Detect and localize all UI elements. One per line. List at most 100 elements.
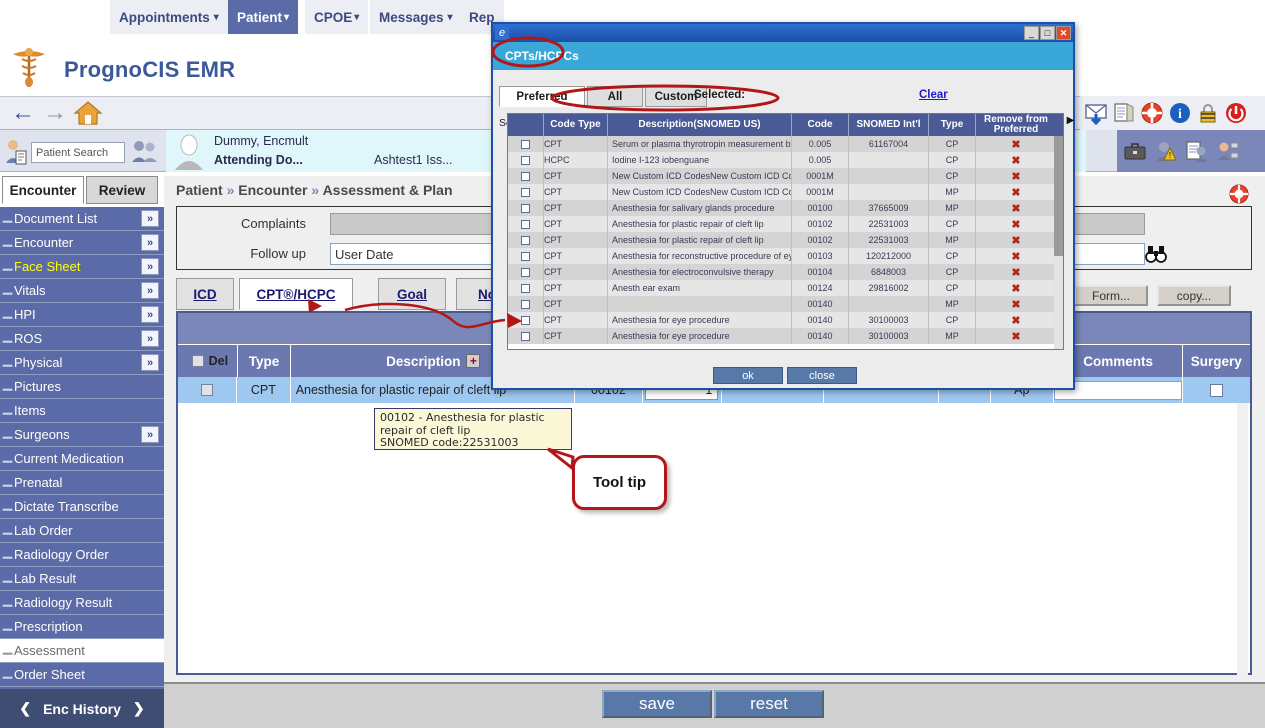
select-all-checkbox[interactable] xyxy=(191,355,204,367)
dialog-table-row[interactable]: CPTNew Custom ICD CodesNew Custom ICD Co… xyxy=(508,184,1063,200)
sidebar-item-pictures[interactable]: ▂▂ Pictures xyxy=(0,375,164,399)
sidebar-item-ros[interactable]: ▂▂ ROS » xyxy=(0,327,164,351)
dialog-cell-check[interactable] xyxy=(508,168,544,184)
patient-group-icon[interactable] xyxy=(1216,139,1240,163)
nav-item-messages[interactable]: Messages ▾ xyxy=(370,0,462,34)
forward-arrow-icon[interactable]: → xyxy=(40,98,70,128)
chevron-right-icon[interactable]: » xyxy=(141,210,159,227)
sidebar-item-dictate-transcribe[interactable]: ▂▂ Dictate Transcribe xyxy=(0,495,164,519)
patient-alert-icon[interactable]: ! xyxy=(1154,139,1178,163)
dialog-cell-remove[interactable]: ✖ xyxy=(976,136,1056,152)
mail-download-icon[interactable] xyxy=(1084,101,1108,125)
briefcase-icon[interactable] xyxy=(1123,139,1147,163)
dialog-cell-remove[interactable]: ✖ xyxy=(976,232,1056,248)
dialog-table-row[interactable]: CPT Anesthesia for salivary glands proced… xyxy=(508,200,1063,216)
tab-goal[interactable]: Goal xyxy=(378,278,446,310)
form-button[interactable]: Form... xyxy=(1074,285,1148,306)
enc-history-bar[interactable]: ❮ Enc History ❯ xyxy=(0,689,164,728)
patient-search-icon[interactable] xyxy=(4,137,28,165)
row-select-checkbox[interactable] xyxy=(521,203,530,213)
sidebar-item-physical[interactable]: ▂▂ Physical » xyxy=(0,351,164,375)
remove-from-preferred-icon[interactable]: ✖ xyxy=(1011,282,1020,295)
row-delete-checkbox[interactable] xyxy=(201,384,214,396)
dialog-table-row[interactable]: CPT Anesthesia for eye procedure 00140 3010… xyxy=(508,328,1063,344)
minimize-button[interactable]: _ xyxy=(1024,26,1039,40)
lifebuoy-help-icon[interactable] xyxy=(1140,101,1164,125)
dialog-cell-remove[interactable]: ✖ xyxy=(976,248,1056,264)
sidebar-item-hpi[interactable]: ▂▂ HPI » xyxy=(0,303,164,327)
chevron-right-icon[interactable]: » xyxy=(141,426,159,443)
dialog-table-row[interactable]: CPT Anesthesia for plastic repair of clef… xyxy=(508,232,1063,248)
row-select-checkbox[interactable] xyxy=(521,267,530,277)
sidebar-item-encounter[interactable]: ▂▂ Encounter » xyxy=(0,231,164,255)
breadcrumb-item-patient[interactable]: Patient xyxy=(176,182,223,198)
maximize-button[interactable]: □ xyxy=(1040,26,1055,40)
remove-from-preferred-icon[interactable]: ✖ xyxy=(1011,186,1020,199)
dialog-cell-check[interactable] xyxy=(508,200,544,216)
dialog-cell-remove[interactable]: ✖ xyxy=(976,312,1056,328)
dialog-cell-check[interactable] xyxy=(508,264,544,280)
dialog-table-row[interactable]: HCPC Iodine I-123 iobenguane 0.005 CP ✖ xyxy=(508,152,1063,168)
back-arrow-icon[interactable]: ← xyxy=(8,98,38,128)
sidebar-item-lab-order[interactable]: ▂▂ Lab Order xyxy=(0,519,164,543)
tab-cpt-hcpc[interactable]: CPT®/HCPC xyxy=(239,278,353,310)
help-lifebuoy-icon[interactable] xyxy=(1228,183,1250,205)
next-icon[interactable]: ❯ xyxy=(133,700,145,717)
row-select-checkbox[interactable] xyxy=(521,155,530,165)
dialog-titlebar[interactable]: e _ □ ✕ xyxy=(493,24,1073,42)
patient-record-icon[interactable] xyxy=(1185,139,1209,163)
remove-from-preferred-icon[interactable]: ✖ xyxy=(1011,314,1020,327)
dialog-cell-remove[interactable]: ✖ xyxy=(976,296,1056,312)
dialog-cell-check[interactable] xyxy=(508,328,544,344)
dialog-tab-all[interactable]: All xyxy=(587,86,643,107)
close-icon[interactable]: ✕ xyxy=(1056,26,1071,40)
dialog-table-row[interactable]: CPT 00140 MP ✖ xyxy=(508,296,1063,312)
dialog-cell-check[interactable] xyxy=(508,248,544,264)
row-select-checkbox[interactable] xyxy=(521,139,530,149)
dialog-table-row[interactable]: CPT Anesthesia for plastic repair of clef… xyxy=(508,216,1063,232)
dialog-cell-check[interactable] xyxy=(508,136,544,152)
dialog-cell-remove[interactable]: ✖ xyxy=(976,200,1056,216)
nav-item-cpoe[interactable]: CPOE ▾ xyxy=(305,0,369,34)
remove-from-preferred-icon[interactable]: ✖ xyxy=(1011,218,1020,231)
sidebar-item-vitals[interactable]: ▂▂ Vitals » xyxy=(0,279,164,303)
dialog-table-row[interactable]: CPT Anesthesia for electroconvulsive ther… xyxy=(508,264,1063,280)
tab-icd[interactable]: ICD xyxy=(176,278,234,310)
dialog-tab-preferred[interactable]: Preferred xyxy=(499,86,585,107)
lock-icon[interactable] xyxy=(1196,101,1220,125)
row-select-checkbox[interactable] xyxy=(521,171,530,181)
row-select-checkbox[interactable] xyxy=(521,251,530,261)
chevron-right-icon[interactable]: » xyxy=(141,354,159,371)
dialog-cell-remove[interactable]: ✖ xyxy=(976,216,1056,232)
info-icon[interactable]: i xyxy=(1168,101,1192,125)
dialog-cell-check[interactable] xyxy=(508,296,544,312)
patient-search-input[interactable]: Patient Search xyxy=(31,142,125,163)
documents-icon[interactable] xyxy=(1112,101,1136,125)
dialog-cell-remove[interactable]: ✖ xyxy=(976,184,1056,200)
sidebar-item-face-sheet[interactable]: ▂▂ Face Sheet » xyxy=(0,255,164,279)
sidebar-item-lab-result[interactable]: ▂▂ Lab Result xyxy=(0,567,164,591)
nav-item-patient[interactable]: Patient ▾ xyxy=(228,0,299,34)
prev-icon[interactable]: ❮ xyxy=(19,700,31,717)
dialog-cell-check[interactable] xyxy=(508,184,544,200)
reset-button[interactable]: reset xyxy=(714,690,824,718)
remove-from-preferred-icon[interactable]: ✖ xyxy=(1011,154,1020,167)
remove-from-preferred-icon[interactable]: ✖ xyxy=(1011,138,1020,151)
sidebar-item-surgeons[interactable]: ▂▂ Surgeons » xyxy=(0,423,164,447)
sidebar-tab-encounter[interactable]: Encounter xyxy=(2,176,84,204)
remove-from-preferred-icon[interactable]: ✖ xyxy=(1011,234,1020,247)
row-select-checkbox[interactable] xyxy=(521,299,530,309)
row-select-checkbox[interactable] xyxy=(521,331,530,341)
sidebar-tab-review[interactable]: Review xyxy=(86,176,158,204)
binoculars-icon[interactable] xyxy=(1145,244,1167,264)
remove-from-preferred-icon[interactable]: ✖ xyxy=(1011,330,1020,343)
dialog-table-row[interactable]: CPTNew Custom ICD CodesNew Custom ICD Co… xyxy=(508,168,1063,184)
remove-from-preferred-icon[interactable]: ✖ xyxy=(1011,250,1020,263)
dialog-cell-remove[interactable]: ✖ xyxy=(976,168,1056,184)
clear-link[interactable]: Clear xyxy=(919,89,948,101)
chevron-right-icon[interactable]: » xyxy=(141,234,159,251)
row-select-checkbox[interactable] xyxy=(521,187,530,197)
dialog-cell-check[interactable] xyxy=(508,216,544,232)
dialog-cell-remove[interactable]: ✖ xyxy=(976,280,1056,296)
row-select-checkbox[interactable] xyxy=(521,235,530,245)
